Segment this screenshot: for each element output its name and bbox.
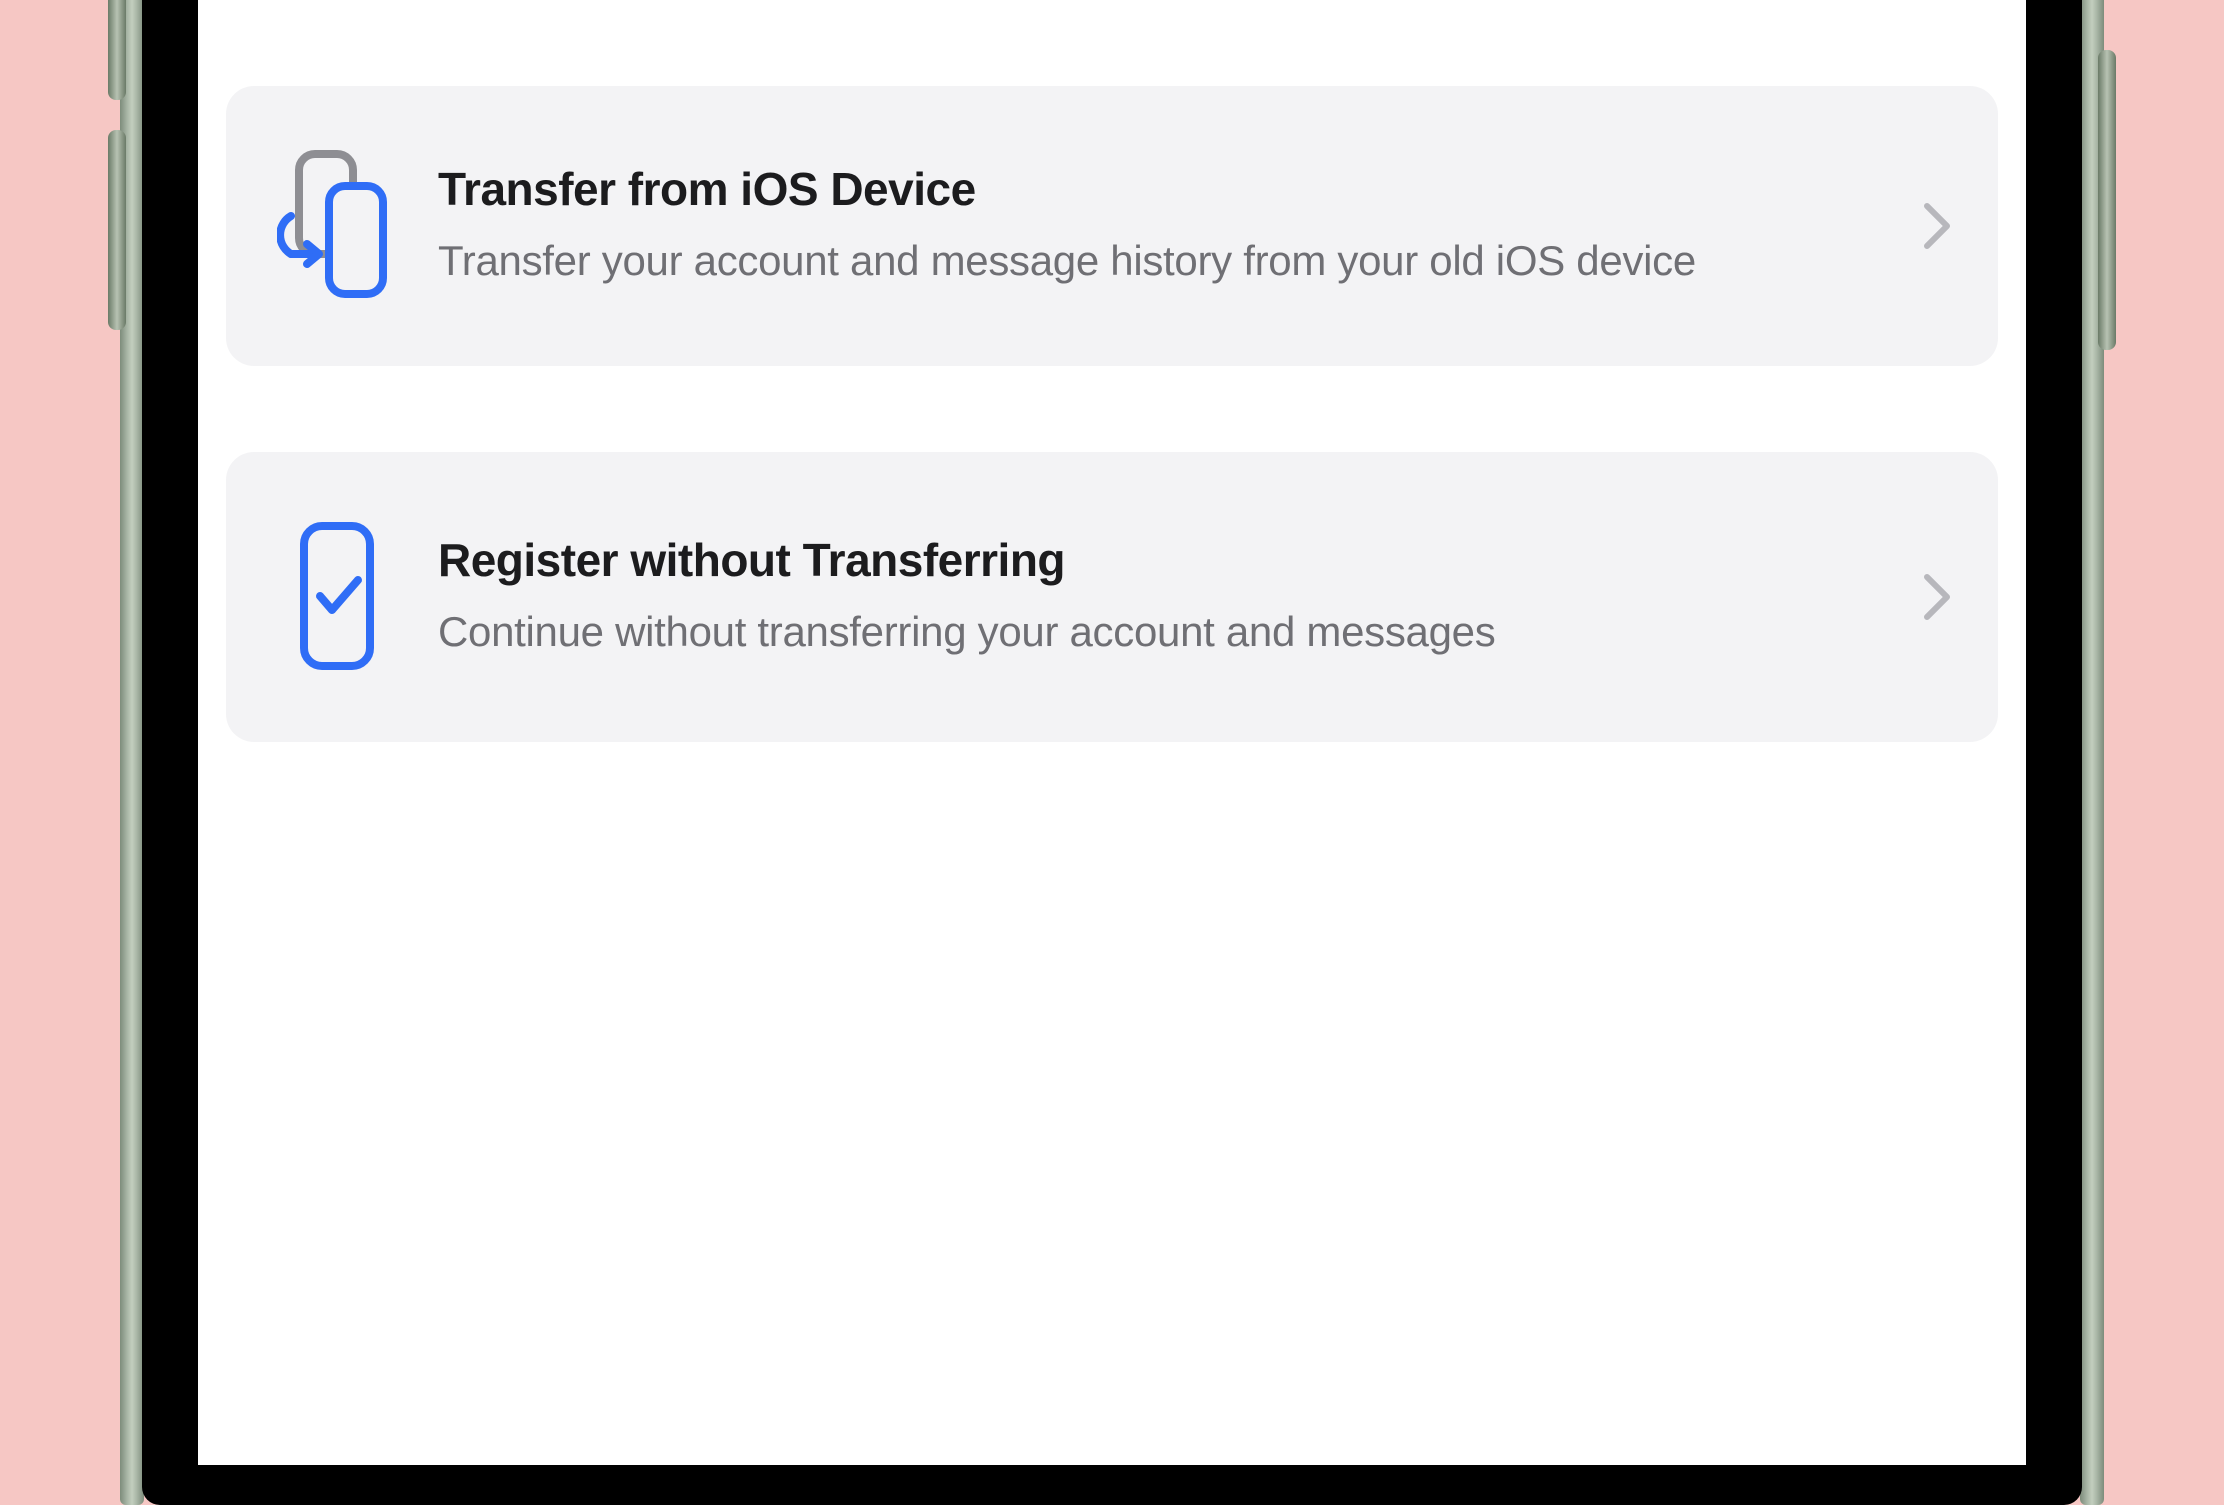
option-register-without-transferring[interactable]: Register without Transferring Continue w… xyxy=(226,452,1998,742)
option-transfer-from-ios[interactable]: Transfer from iOS Device Transfer your a… xyxy=(226,86,1998,366)
chevron-right-icon xyxy=(1916,573,1958,621)
option-title: Register without Transferring xyxy=(438,534,1880,587)
device-check-icon xyxy=(272,512,402,682)
phone-button-left-lower xyxy=(108,130,126,330)
chevron-right-icon xyxy=(1916,202,1958,250)
phone-button-right xyxy=(2098,50,2116,350)
phone-button-left-upper xyxy=(108,0,126,100)
device-mockup-backdrop: Transfer from iOS Device Transfer your a… xyxy=(0,0,2224,1465)
option-description: Continue without transferring your accou… xyxy=(438,605,1880,660)
option-title: Transfer from iOS Device xyxy=(438,163,1880,216)
option-description: Transfer your account and message histor… xyxy=(438,234,1880,289)
screen-content: Transfer from iOS Device Transfer your a… xyxy=(198,0,2026,1465)
transfer-devices-icon xyxy=(272,146,402,306)
